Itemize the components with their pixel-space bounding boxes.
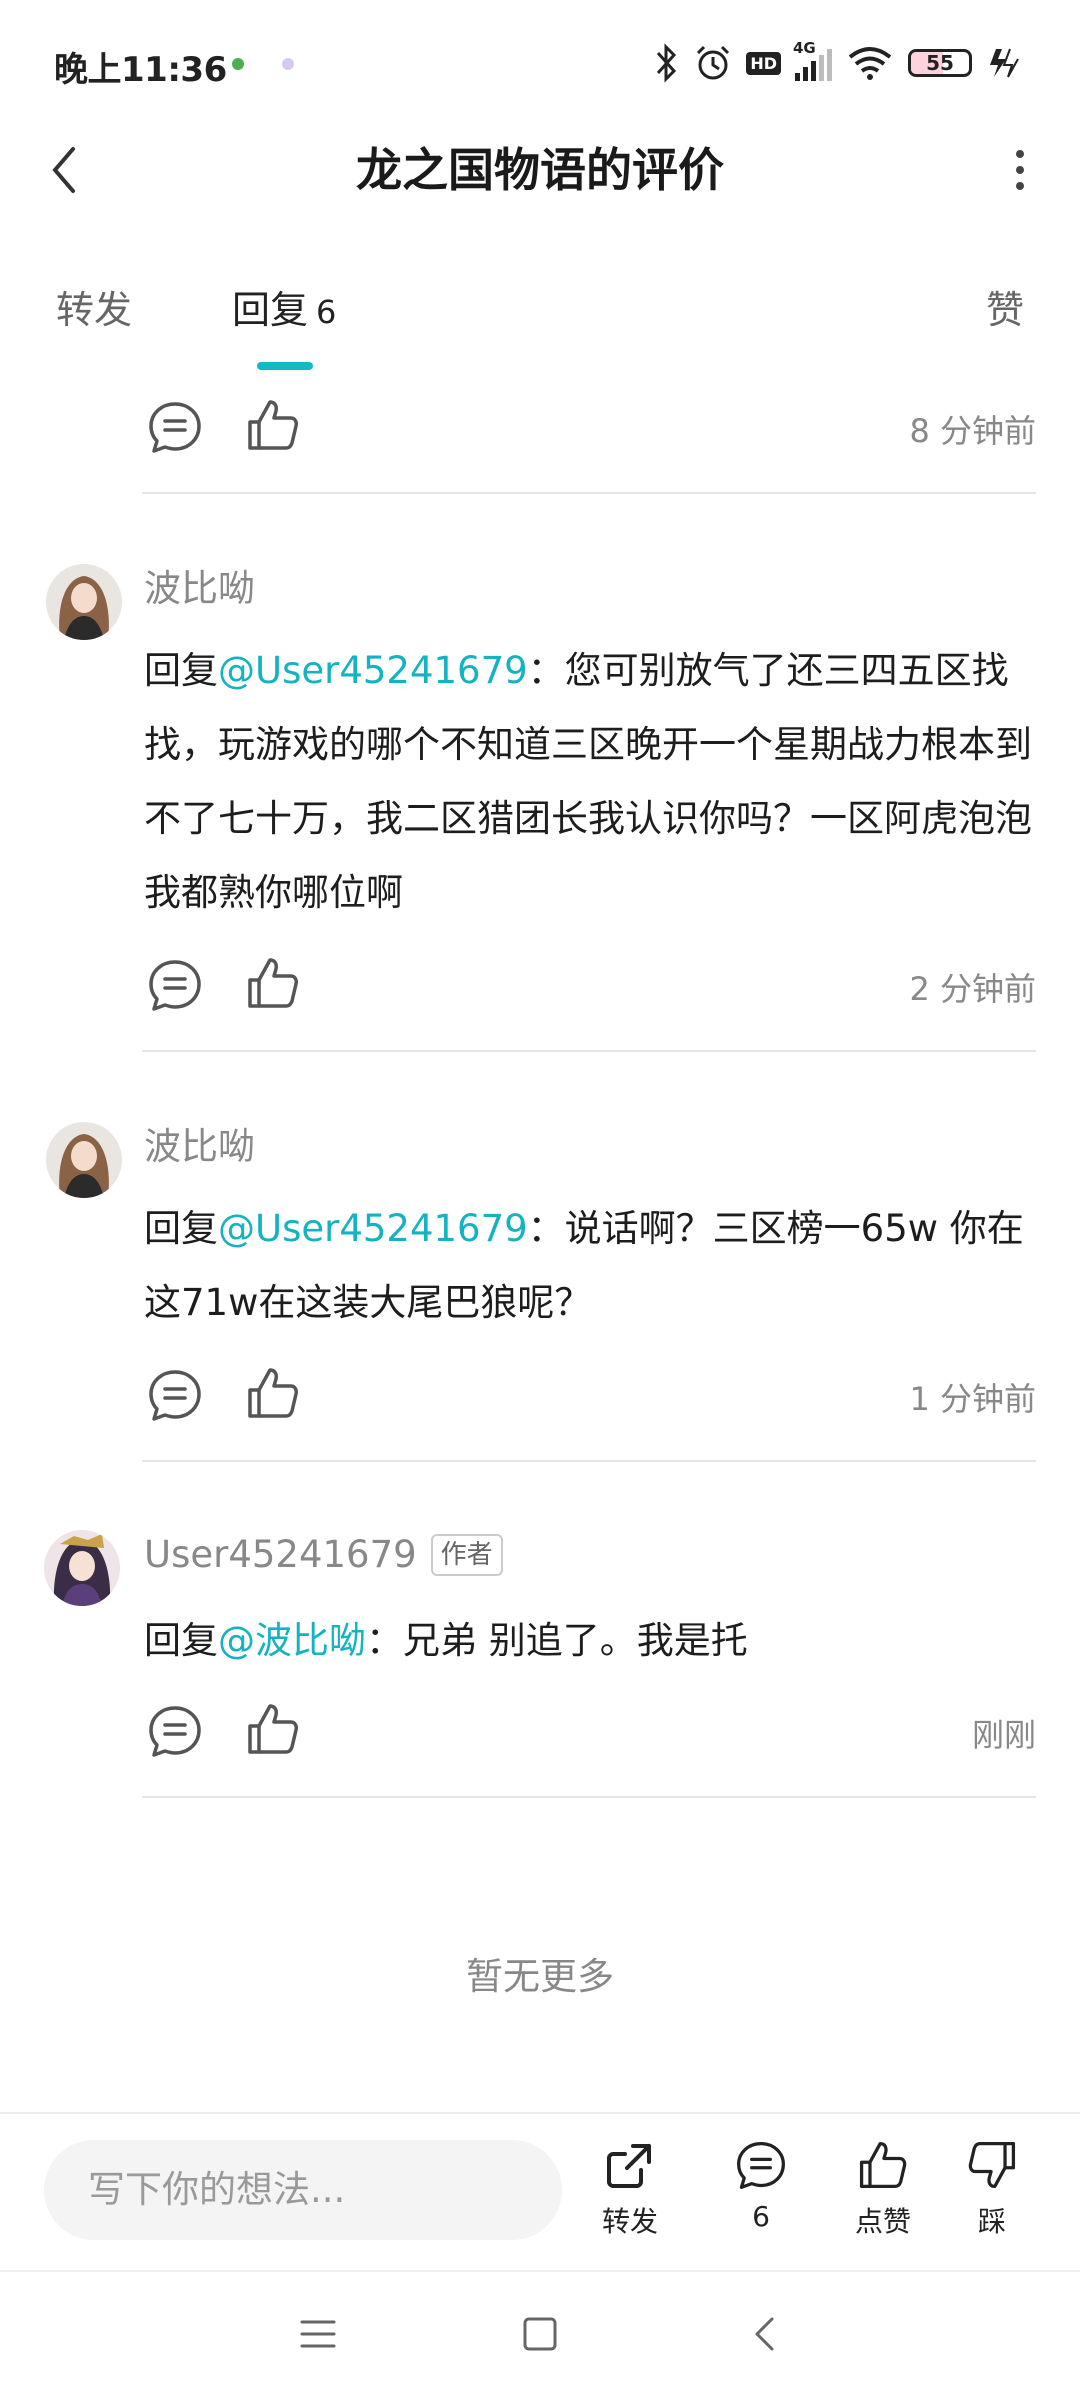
home-icon[interactable] (522, 2316, 558, 2352)
mention-link[interactable]: @波比呦 (218, 1619, 366, 1662)
like-button[interactable]: 点赞 (833, 2138, 933, 2240)
avatar-image (46, 564, 122, 640)
comment-text: 回复@波比呦：兄弟 别追了。我是托 (144, 1619, 748, 1662)
like-icon[interactable] (244, 396, 302, 454)
comment-time: 刚刚 (971, 1716, 1036, 1754)
comment-username-row: User45241679 作者 (144, 1530, 503, 1580)
dislike-icon (968, 2141, 1016, 2189)
forward-button[interactable]: 转发 (580, 2138, 680, 2240)
mention-link[interactable]: @User45241679 (218, 1207, 528, 1250)
tab-indicator (257, 362, 313, 370)
notification-dot-icon (282, 58, 294, 70)
wifi-icon (848, 47, 892, 80)
mention-link[interactable]: @User45241679 (218, 649, 528, 692)
no-more-text: 暂无更多 (466, 1955, 614, 1998)
comment-count: 6 (752, 2200, 770, 2233)
avatar-image (44, 1530, 120, 1606)
avatar-image (46, 1122, 122, 1198)
comment-username[interactable]: 波比呦 (144, 1122, 255, 1172)
like-icon[interactable] (244, 1700, 302, 1758)
comment-text: 回复@User45241679：您可别放气了还三四五区找找，玩游戏的哪个不知道三… (144, 649, 1032, 914)
like-icon[interactable] (244, 1364, 302, 1422)
like-label: 点赞 (854, 2205, 911, 2238)
tab-forward[interactable]: 转发 (56, 284, 132, 336)
more-options-button[interactable] (990, 140, 1050, 200)
comment-username[interactable]: 波比呦 (144, 564, 255, 614)
comment-icon[interactable] (146, 956, 204, 1014)
tab-reply[interactable]: 回复 6 (232, 284, 336, 338)
comment-time: 1 分钟前 (909, 1380, 1036, 1418)
comment-input[interactable]: 写下你的想法... (44, 2140, 562, 2240)
avatar[interactable] (44, 1530, 120, 1606)
tab-like[interactable]: 赞 (986, 284, 1024, 336)
menu-icon[interactable] (300, 2316, 336, 2352)
comment-icon[interactable] (146, 398, 204, 456)
battery-icon: 55 (908, 49, 972, 77)
comment-text: 回复@User45241679：说话啊？三区榜一65w 你在这71w在这装大尾巴… (144, 1207, 1024, 1324)
comment-count-button[interactable]: 6 (711, 2138, 811, 2233)
more-vertical-icon (1016, 150, 1024, 190)
like-icon[interactable] (244, 954, 302, 1012)
back-nav-icon[interactable] (752, 2316, 776, 2352)
charging-icon (990, 48, 1019, 78)
bluetooth-icon (657, 43, 677, 83)
comment-icon (737, 2141, 785, 2189)
avatar[interactable] (46, 1122, 122, 1198)
share-icon (607, 2144, 651, 2188)
comment-icon[interactable] (146, 1366, 204, 1424)
forward-label: 转发 (601, 2205, 658, 2238)
notification-dot-icon (232, 58, 244, 70)
alarm-icon (697, 45, 730, 80)
divider (142, 1796, 1036, 1798)
status-icons: HD 4G 55 (654, 38, 1020, 88)
avatar[interactable] (46, 564, 122, 640)
divider (0, 2112, 1080, 2114)
divider (142, 1050, 1036, 1052)
divider (142, 1460, 1036, 1462)
comment-username[interactable]: User45241679 (144, 1530, 417, 1580)
comment-time: 2 分钟前 (909, 970, 1036, 1008)
divider (0, 2270, 1080, 2272)
hd-badge: HD (746, 51, 781, 75)
page-title: 龙之国物语的评价 (356, 143, 724, 197)
dislike-label: 踩 (977, 2205, 1006, 2238)
comment-time: 8 分钟前 (909, 412, 1036, 450)
status-time: 晚上11:36 (54, 50, 227, 90)
cellular-signal-icon: 4G (793, 39, 832, 81)
dislike-button[interactable]: 踩 (942, 2138, 1042, 2240)
like-icon (859, 2141, 907, 2189)
comment-icon[interactable] (146, 1702, 204, 1760)
status-bar: 晚上11:36 HD 4G 55 (0, 0, 1080, 130)
reply-count: 6 (316, 293, 337, 331)
divider (142, 492, 1036, 494)
author-badge: 作者 (430, 1534, 503, 1576)
